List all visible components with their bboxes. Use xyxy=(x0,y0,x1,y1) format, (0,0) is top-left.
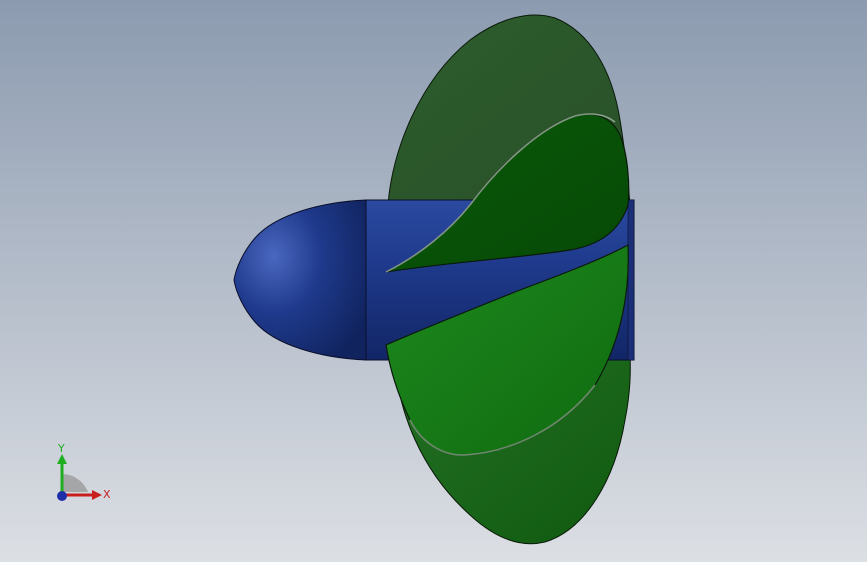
nose-cone[interactable] xyxy=(233,199,367,361)
triad-x-arrow xyxy=(92,490,102,500)
triad-z-axis xyxy=(57,491,67,501)
triad-plane xyxy=(62,474,88,492)
graphics-viewport[interactable]: Y X xyxy=(0,0,867,562)
propeller-model[interactable] xyxy=(0,0,867,562)
reference-triad[interactable]: Y X xyxy=(40,440,130,520)
triad-x-label: X xyxy=(103,488,111,501)
triad-y-label: Y xyxy=(57,442,65,455)
triad-y-arrow xyxy=(57,454,67,464)
hub-rear-face xyxy=(627,199,635,361)
